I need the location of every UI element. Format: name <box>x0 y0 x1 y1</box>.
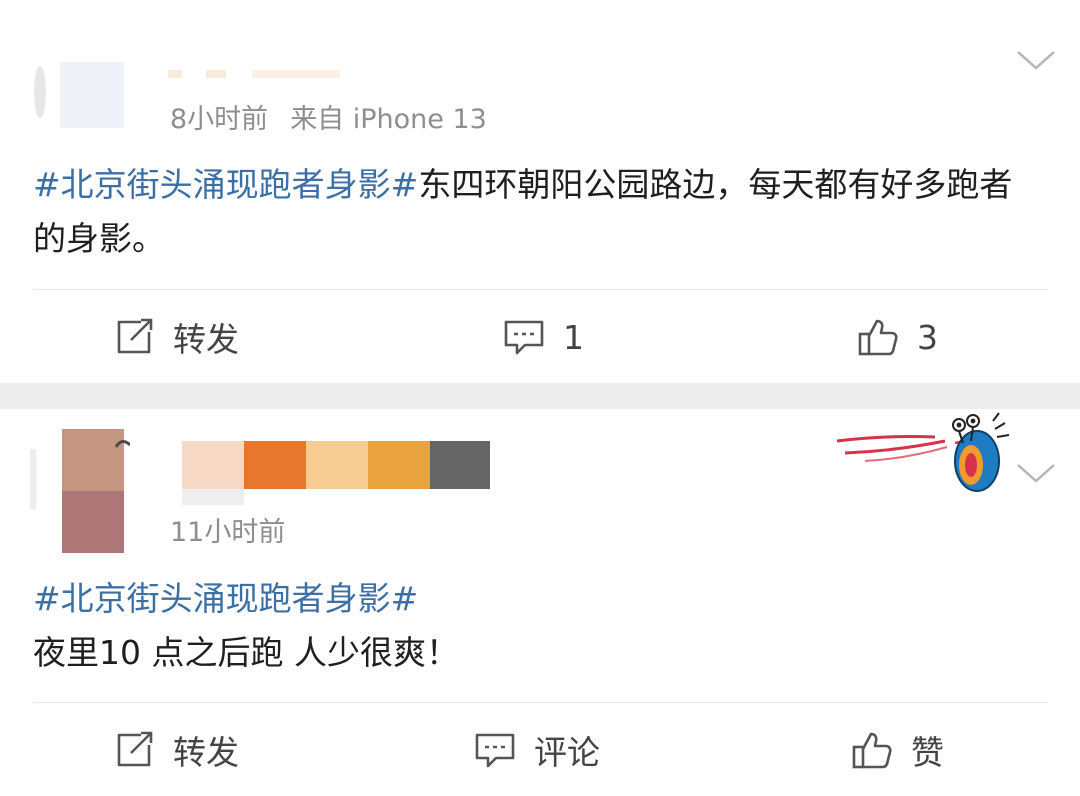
like-label: 赞 <box>911 733 944 772</box>
chevron-down-icon[interactable] <box>1014 46 1058 74</box>
post-meta: 11小时前 <box>170 510 307 549</box>
snail-sticker-icon <box>836 412 1010 492</box>
post-time: 8小时前 <box>170 104 269 135</box>
like-count: 3 <box>917 317 938 357</box>
like-button[interactable]: 赞 <box>851 725 944 775</box>
username-blurred[interactable] <box>182 441 492 511</box>
topic-link[interactable]: #北京街头涌现跑者身影# <box>33 165 418 204</box>
repost-button[interactable]: 转发 <box>115 312 239 362</box>
comment-icon <box>475 733 515 768</box>
divider <box>33 289 1048 290</box>
post-time: 11小时前 <box>170 517 286 548</box>
chevron-down-icon[interactable] <box>1014 459 1058 487</box>
post-content: #北京街头涌现跑者身影#东四环朝阳公园路边，每天都有好多跑者的身影。 <box>33 158 1043 266</box>
post-content: #北京街头涌现跑者身影# 夜里10 点之后跑 人少很爽！ <box>33 572 1043 680</box>
feed-separator <box>0 383 1080 409</box>
topic-link[interactable]: #北京街头涌现跑者身影# <box>33 579 418 618</box>
post-text: 夜里10 点之后跑 人少很爽！ <box>33 633 459 672</box>
repost-button[interactable]: 转发 <box>115 725 239 775</box>
avatar[interactable] <box>30 429 130 553</box>
comment-label: 评论 <box>534 733 600 772</box>
like-icon <box>858 319 898 356</box>
post-card-1: 8小时前 来自 iPhone 13 #北京街头涌现跑者身影#东四环朝阳公园路边，每… <box>0 0 1080 383</box>
repost-icon <box>117 731 153 767</box>
comment-button[interactable]: 评论 <box>474 725 600 775</box>
repost-label: 转发 <box>173 733 239 772</box>
comment-button[interactable]: 1 <box>503 312 584 362</box>
avatar[interactable] <box>30 58 130 130</box>
repost-icon <box>117 318 153 354</box>
username-blurred[interactable] <box>160 68 340 80</box>
like-icon <box>852 732 892 769</box>
divider <box>33 702 1048 703</box>
repost-label: 转发 <box>173 320 239 359</box>
comment-count: 1 <box>563 317 584 357</box>
post-card-2: 11小时前 #北京街头涌现跑者身影# 夜里10 点之后跑 人少很爽！ 转发 评论… <box>0 409 1080 796</box>
comment-icon <box>504 320 544 355</box>
post-source: 来自 iPhone 13 <box>290 104 487 135</box>
post-meta: 8小时前 来自 iPhone 13 <box>170 97 509 136</box>
like-button[interactable]: 3 <box>857 312 938 362</box>
